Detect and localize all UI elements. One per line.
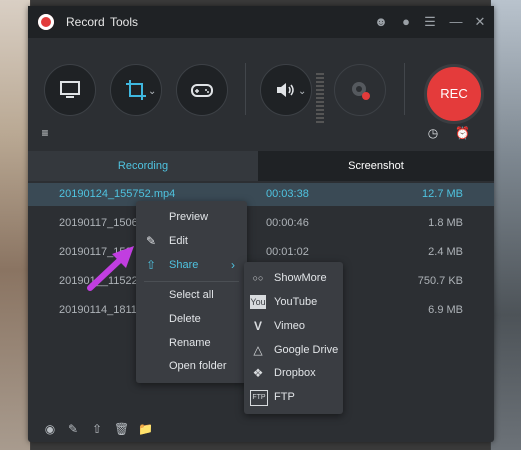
google-drive-icon: △	[253, 343, 263, 357]
volume-level-meter	[316, 73, 324, 123]
share-item-google-drive[interactable]: Google Drive	[274, 344, 338, 356]
youtube-icon: You	[250, 295, 266, 309]
clock-icon[interactable]: ◷	[426, 126, 440, 140]
menu-item-open-folder[interactable]: Open folder	[169, 360, 226, 372]
game-mode-button[interactable]	[176, 64, 228, 116]
bottom-toolbar: ◉ ✎ ⇧ 🗑 📁	[28, 416, 494, 442]
crop-icon	[126, 80, 146, 100]
rec-button[interactable]: REC	[424, 64, 484, 124]
brush-icon[interactable]: ✎	[66, 422, 80, 436]
file-duration: 00:03:38	[266, 188, 309, 200]
menu-item-delete[interactable]: Delete	[169, 313, 201, 325]
chevron-down-icon[interactable]: ⌄	[298, 86, 306, 97]
ftp-icon: FTP	[250, 390, 268, 406]
share-item-showmore[interactable]: ShowMore	[274, 272, 327, 284]
menu-item-select-all[interactable]: Select all	[169, 289, 214, 301]
microphone-button[interactable]	[334, 64, 386, 116]
brush-icon: ✎	[146, 234, 157, 248]
pointer-arrow-annotation	[87, 246, 134, 291]
dropbox-icon: ❖	[252, 366, 264, 380]
list-view-icon[interactable]: ≡	[38, 126, 52, 140]
trash-icon[interactable]: 🗑	[114, 422, 129, 436]
file-size: 2.4 MB	[428, 246, 463, 258]
share-item-youtube[interactable]: YouTube	[274, 296, 317, 308]
showmore-icon: ○○	[252, 273, 264, 283]
account-icon[interactable]: ☻	[373, 14, 389, 30]
chevron-down-icon[interactable]: ⌄	[148, 86, 156, 97]
table-row[interactable]: 20190117_150601 00:00:46 1.8 MB	[28, 212, 494, 235]
file-duration: 00:00:46	[266, 217, 309, 229]
file-size: 12.7 MB	[422, 188, 463, 200]
monitor-icon	[60, 81, 80, 98]
fullscreen-mode-button[interactable]	[44, 64, 96, 116]
menu-icon[interactable]: ☰	[422, 14, 438, 30]
tab-screenshot[interactable]: Screenshot	[258, 151, 494, 181]
menu-tools[interactable]: Tools	[110, 15, 138, 29]
tab-bar: Recording Screenshot	[28, 151, 494, 181]
vimeo-icon: V	[253, 319, 262, 333]
close-icon[interactable]: ✕	[472, 14, 488, 30]
toolbar-divider	[404, 63, 405, 115]
menu-item-edit[interactable]: Edit	[169, 235, 188, 247]
toolbar-divider	[245, 63, 246, 115]
file-size: 6.9 MB	[428, 304, 463, 316]
tab-recording[interactable]: Recording	[28, 151, 258, 181]
file-size: 750.7 KB	[417, 275, 463, 287]
chat-icon[interactable]: ●	[398, 14, 414, 30]
title-bar: Record Tools ☻ ● ☰ — ✕	[28, 6, 494, 38]
chevron-right-icon: ›	[231, 258, 235, 272]
share-item-ftp[interactable]: FTP	[274, 391, 295, 403]
menu-item-preview[interactable]: Preview	[169, 211, 208, 223]
app-logo	[38, 14, 54, 30]
share-item-dropbox[interactable]: Dropbox	[274, 367, 316, 379]
minimize-icon[interactable]: —	[448, 14, 464, 30]
alarm-icon[interactable]: ⏰	[455, 126, 470, 140]
file-size: 1.8 MB	[428, 217, 463, 229]
desktop-background-right	[491, 0, 521, 450]
file-duration: 00:01:02	[266, 246, 309, 258]
share-submenu: ○○ ShowMore You YouTube V Vimeo △ Google…	[244, 262, 343, 414]
toolbar: ⌄ ⌄ REC ≡ ◷ ⏰	[28, 38, 494, 150]
upload-icon[interactable]: ⇧	[90, 422, 104, 436]
gamepad-icon	[191, 84, 213, 97]
menu-divider	[144, 281, 239, 282]
folder-icon[interactable]: 📁	[138, 422, 153, 436]
context-menu: Preview ✎ Edit ⇧ Share › Select all Dele…	[136, 201, 247, 383]
menu-item-share[interactable]: Share	[169, 259, 198, 271]
menu-item-rename[interactable]: Rename	[169, 337, 211, 349]
share-icon: ⇧	[146, 258, 157, 272]
share-item-vimeo[interactable]: Vimeo	[274, 320, 305, 332]
webcam-off-icon	[352, 82, 370, 100]
menu-record[interactable]: Record	[66, 15, 105, 29]
table-row[interactable]: 20190124_155752.mp4 00:03:38 12.7 MB	[28, 183, 494, 206]
speaker-icon	[277, 83, 294, 97]
eye-icon[interactable]: ◉	[43, 422, 57, 436]
desktop-background-left	[0, 0, 30, 450]
